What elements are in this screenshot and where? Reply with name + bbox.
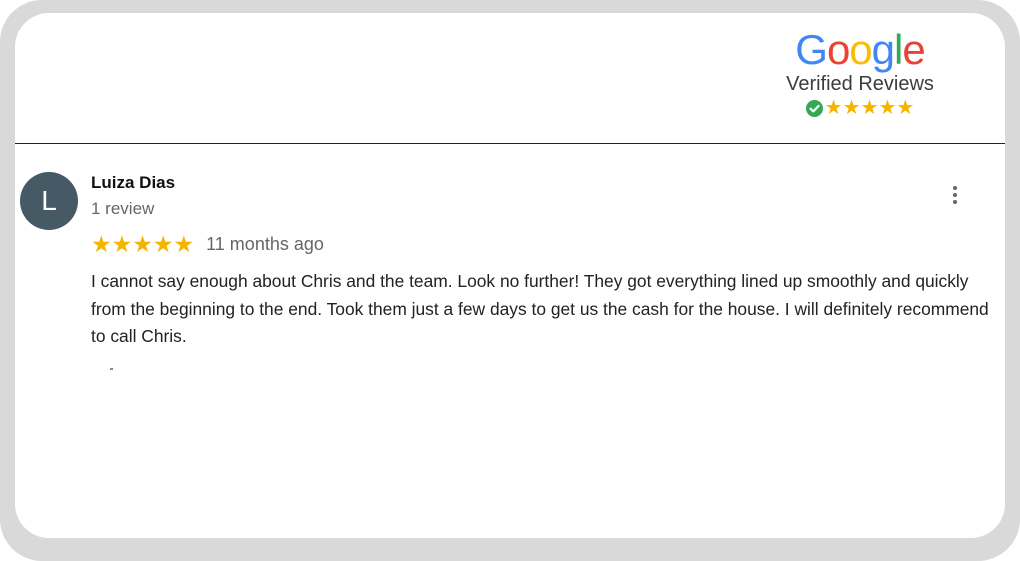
star-icon: ★ — [842, 97, 861, 119]
google-logo-letter: G — [795, 26, 828, 73]
google-verified-badge: Google Verified Reviews ★ ★ ★ ★ ★ — [760, 29, 960, 119]
star-icon: ★ — [896, 97, 915, 119]
review-time: 11 months ago — [206, 234, 324, 254]
google-logo-letter: g — [871, 26, 895, 73]
loading-indicator — [110, 368, 113, 370]
google-logo: Google — [760, 29, 960, 71]
google-logo-letter: o — [826, 26, 850, 73]
more-vertical-icon[interactable] — [945, 181, 965, 209]
review-text: I cannot say enough about Chris and the … — [91, 271, 989, 346]
review-card: Google Verified Reviews ★ ★ ★ ★ ★ L Luiza Di… — [15, 13, 1005, 538]
reviewer-review-count: 1 review — [91, 199, 155, 218]
google-logo-letter: e — [902, 26, 925, 73]
review-rating-row: ★ ★ ★ ★ ★ 11 months ago — [91, 233, 324, 256]
star-icon: ★ — [878, 97, 897, 119]
google-logo-letter: o — [849, 26, 872, 73]
header-divider — [15, 143, 1005, 144]
avatar[interactable]: L — [20, 172, 78, 230]
star-icon: ★ — [152, 231, 174, 257]
review-widget-frame: Google Verified Reviews ★ ★ ★ ★ ★ L Luiza Di… — [0, 0, 1020, 561]
star-icon: ★ — [824, 97, 843, 119]
star-icon: ★ — [860, 97, 879, 119]
verified-reviews-label: Verified Reviews — [786, 73, 934, 95]
check-circle-icon — [805, 99, 823, 117]
star-icon: ★ — [173, 231, 195, 257]
review-stars: ★ ★ ★ ★ ★ — [91, 233, 194, 256]
star-icon: ★ — [91, 231, 112, 257]
badge-rating: ★ ★ ★ ★ ★ — [760, 98, 960, 118]
reviewer-name[interactable]: Luiza Dias — [91, 173, 175, 193]
star-icon: ★ — [132, 231, 153, 257]
star-icon: ★ — [111, 231, 133, 257]
badge-stars: ★ ★ ★ ★ ★ — [825, 98, 915, 118]
